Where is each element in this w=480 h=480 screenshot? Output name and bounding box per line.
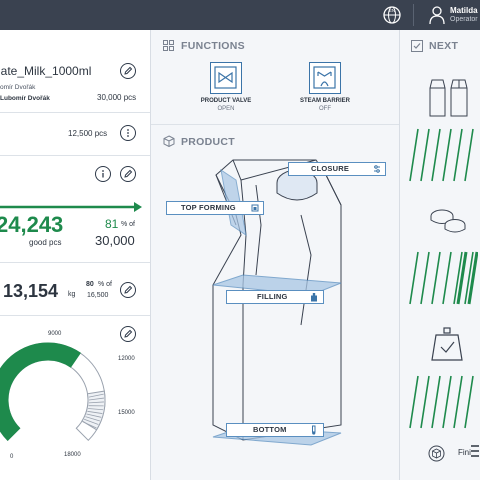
- green-stripes-1: [409, 128, 474, 182]
- gauge-tick-label: 15000: [118, 410, 135, 416]
- steam-barrier-icon: [313, 66, 336, 89]
- grid-icon: [163, 40, 174, 51]
- checklist-icon: [411, 40, 423, 52]
- closure-tag[interactable]: CLOSURE: [288, 162, 386, 176]
- user-icon[interactable]: [428, 5, 446, 25]
- weight-value: 13,154: [3, 281, 59, 301]
- speed-gauge: 0 9000 12000 15000 18000: [0, 331, 135, 460]
- green-stripes-3: [409, 375, 474, 429]
- operator-name: Lubomír Dvořák: [0, 95, 50, 102]
- language-code: EN: [389, 8, 395, 13]
- filling-tag[interactable]: FILLING: [226, 290, 324, 304]
- product-valve-state: OPEN: [217, 106, 235, 112]
- bottom-label: BOTTOM: [253, 425, 287, 434]
- good-percent-of: % of: [121, 221, 136, 228]
- weight-percent-of: % of: [98, 281, 113, 288]
- functions-title: FUNCTIONS: [181, 40, 245, 52]
- bottle-icon: [311, 293, 317, 302]
- pencil-icon: [124, 169, 133, 178]
- info-icon: [102, 170, 104, 178]
- gauge-tick-label: 18000: [64, 452, 81, 458]
- divider: [0, 262, 150, 263]
- green-stripes-2: [409, 251, 478, 305]
- product-valve-label: PRODUCT VALVE: [200, 98, 252, 104]
- divider: [0, 112, 150, 113]
- bottom-tag[interactable]: BOTTOM: [226, 423, 324, 437]
- gauge-tick-label: 0: [10, 454, 14, 460]
- target-quantity: 30,000 pcs: [97, 93, 137, 102]
- good-count: 24,243: [0, 212, 64, 237]
- next-title: NEXT: [429, 40, 459, 52]
- closure-label: CLOSURE: [311, 164, 350, 173]
- pencil-icon: [124, 285, 133, 294]
- divider: [0, 315, 150, 316]
- valve-icon: [214, 66, 237, 89]
- top-forming-tag[interactable]: TOP FORMING: [166, 201, 264, 215]
- secondary-quantity: 12,500 pcs: [68, 129, 108, 138]
- edit-weight-button[interactable]: [120, 282, 136, 298]
- arrows-icon[interactable]: [470, 443, 480, 459]
- good-target: 30,000: [95, 233, 135, 248]
- good-percent: 81: [105, 217, 119, 231]
- thermometer-icon: [312, 425, 316, 435]
- gauge-fill: [0, 342, 81, 442]
- edit-production-button[interactable]: [120, 166, 136, 182]
- topbar-divider: [413, 4, 414, 26]
- operator-partial: omír Dvořák: [0, 84, 36, 91]
- caps-icon: [430, 209, 466, 233]
- pencil-icon: [124, 66, 133, 75]
- more-options-button[interactable]: [120, 125, 136, 141]
- steam-barrier-button[interactable]: [309, 62, 341, 94]
- steam-barrier-label: STEAM BARRIER: [299, 98, 350, 104]
- weight-unit: kg: [68, 291, 76, 298]
- product-valve-button[interactable]: [210, 62, 242, 94]
- sliders-icon: [374, 165, 380, 173]
- press-icon: [251, 204, 259, 212]
- user-name: Matilda I: [450, 6, 480, 15]
- order-name: late_Milk_1000ml: [0, 64, 92, 78]
- top-forming-label: TOP FORMING: [181, 203, 236, 212]
- info-button[interactable]: [95, 166, 111, 182]
- steam-barrier-state: OFF: [319, 106, 331, 112]
- weight-target: 16,500: [87, 292, 109, 299]
- next-footer-label: Fini: [458, 448, 471, 457]
- edit-order-button[interactable]: [120, 63, 136, 79]
- filling-label: FILLING: [257, 292, 288, 301]
- gauge-tick-label: 12000: [118, 356, 135, 362]
- packaging-blanks-icon: [429, 79, 468, 117]
- weight-percent: 80: [86, 281, 94, 288]
- divider-right: [399, 30, 400, 480]
- language-globe-icon[interactable]: EN: [382, 5, 402, 25]
- user-role: Operator: [450, 16, 478, 23]
- top-bar: EN Matilda I Operator: [0, 0, 480, 30]
- gauge-tick-label: 9000: [48, 331, 62, 337]
- good-label: good pcs: [29, 238, 62, 247]
- weight-check-icon: [431, 327, 463, 361]
- divider: [0, 155, 150, 156]
- more-vertical-icon: [127, 129, 129, 137]
- finished-product-icon: [428, 445, 445, 462]
